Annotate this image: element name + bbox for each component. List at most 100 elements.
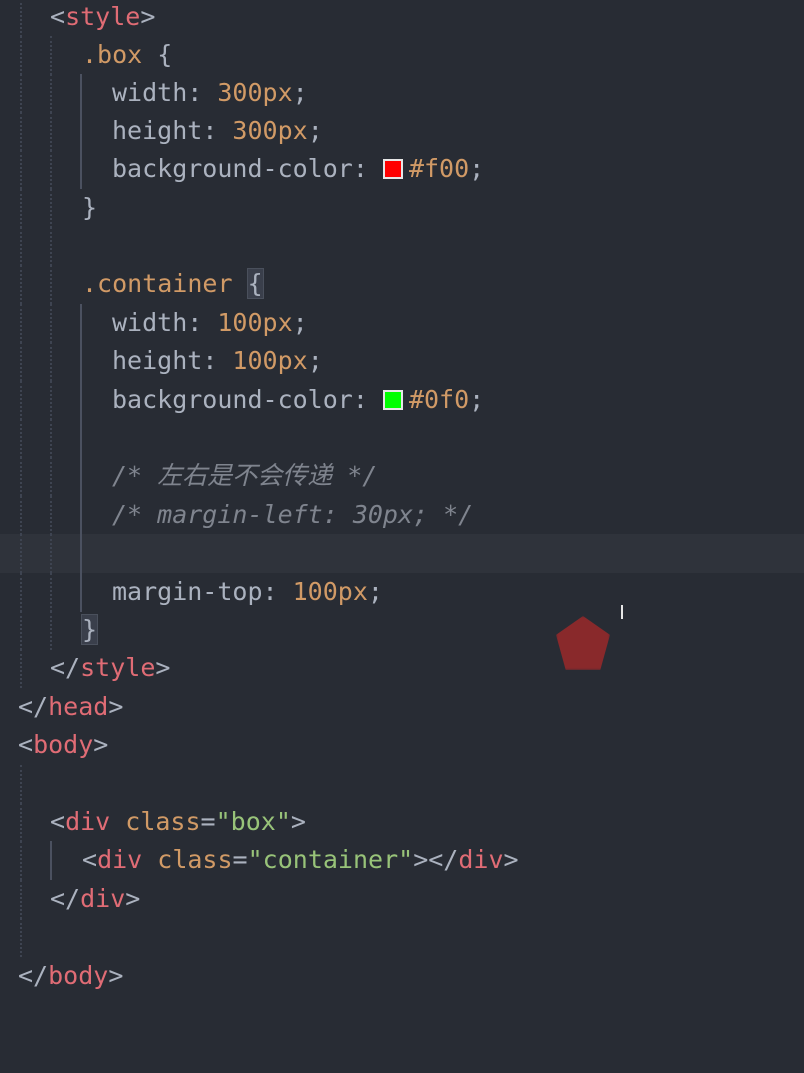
indent-guide (50, 112, 52, 151)
code-line-14[interactable]: /* margin-left: 30px; */ (0, 496, 804, 535)
code-text: width: 100px; (112, 308, 308, 337)
indent-guide (20, 227, 22, 266)
matched-brace-open: { (246, 268, 264, 299)
indent-guide (50, 534, 52, 573)
indent-guide (80, 457, 82, 496)
code-line-6[interactable]: } (0, 189, 804, 228)
code-line-24[interactable]: </div> (0, 880, 804, 919)
indent-guide (50, 841, 52, 880)
indent-guide (80, 419, 82, 458)
indent-guide (50, 74, 52, 113)
code-line-22[interactable]: <div class="box"> (0, 803, 804, 842)
code-line-10[interactable]: height: 100px; (0, 342, 804, 381)
code-text: <body> (18, 730, 109, 759)
color-swatch-green[interactable] (382, 390, 403, 410)
code-editor[interactable]: <style> .box { width: 300px; height: 300… (0, 0, 804, 996)
matched-brace-close: } (80, 614, 99, 645)
indent-guide (20, 265, 22, 304)
code-text: height: 300px; (112, 116, 323, 145)
code-line-19[interactable]: </head> (0, 688, 804, 727)
indent-guide (20, 189, 22, 228)
indent-guide (80, 534, 82, 573)
code-comment: /* margin-left: 30px; */ (112, 500, 474, 529)
code-text: </head> (18, 692, 124, 721)
indent-guide (20, 381, 22, 420)
indent-guide (50, 381, 52, 420)
indent-guide (20, 649, 22, 688)
indent-guide (80, 112, 82, 151)
code-line-13[interactable]: /* 左右是不会传递 */ (0, 457, 804, 496)
code-text: .container { (82, 268, 264, 299)
indent-guide (20, 304, 22, 343)
indent-guide (20, 611, 22, 650)
indent-guide (20, 496, 22, 535)
indent-guide (50, 150, 52, 189)
code-comment: /* 左右是不会传递 */ (112, 461, 378, 490)
code-line-3[interactable]: width: 300px; (0, 74, 804, 113)
code-text: </div> (50, 884, 141, 913)
indent-guide (20, 457, 22, 496)
code-text: } (82, 193, 98, 222)
indent-guide (50, 265, 52, 304)
indent-guide (80, 342, 82, 381)
code-line-23[interactable]: <div class="container"></div> (0, 841, 804, 880)
code-line-12[interactable] (0, 419, 804, 458)
code-text: height: 100px; (112, 346, 323, 375)
indent-guide (20, 74, 22, 113)
code-text: background-color: #0f0; (112, 385, 485, 414)
indent-guide (80, 74, 82, 113)
indent-guide (50, 304, 52, 343)
code-line-15-current[interactable] (0, 534, 804, 573)
indent-guide (80, 496, 82, 535)
indent-guide (20, 573, 22, 612)
code-text: <div class="box"> (50, 807, 306, 836)
code-line-2[interactable]: .box { (0, 36, 804, 75)
indent-guide (80, 381, 82, 420)
indent-guide (20, 534, 22, 573)
color-swatch-red[interactable] (382, 159, 403, 179)
indent-guide (50, 342, 52, 381)
indent-guide (20, 918, 22, 957)
code-line-16[interactable]: margin-top: 100px; (0, 573, 804, 612)
code-line-21[interactable] (0, 765, 804, 804)
indent-guide (20, 841, 22, 880)
code-line-26[interactable]: </body> (0, 957, 804, 996)
indent-guide (50, 611, 52, 650)
indent-guide (20, 112, 22, 151)
indent-guide (20, 419, 22, 458)
code-text: </style> (50, 653, 171, 682)
code-line-18[interactable]: </style> (0, 649, 804, 688)
code-line-17[interactable]: } (0, 611, 804, 650)
code-text: </body> (18, 961, 124, 990)
indent-guide (50, 457, 52, 496)
code-line-5[interactable]: background-color: #f00; (0, 150, 804, 189)
indent-guide (50, 189, 52, 228)
indent-guide (20, 36, 22, 75)
code-text: background-color: #f00; (112, 154, 485, 183)
code-text: <style> (50, 2, 156, 31)
code-text: margin-top: 100px; (112, 577, 383, 606)
code-line-4[interactable]: height: 300px; (0, 112, 804, 151)
indent-guide (50, 36, 52, 75)
code-text: <div class="container"></div> (82, 845, 519, 874)
indent-guide (50, 573, 52, 612)
code-line-25[interactable] (0, 918, 804, 957)
code-line-20[interactable]: <body> (0, 726, 804, 765)
code-line-8[interactable]: .container { (0, 265, 804, 304)
indent-guide (50, 227, 52, 266)
code-text: .box { (82, 40, 173, 69)
code-line-7[interactable] (0, 227, 804, 266)
indent-guide (20, 342, 22, 381)
indent-guide (20, 803, 22, 842)
indent-guide (20, 880, 22, 919)
code-line-11[interactable]: background-color: #0f0; (0, 381, 804, 420)
code-line-9[interactable]: width: 100px; (0, 304, 804, 343)
indent-guide (20, 765, 22, 804)
text-cursor-icon (621, 605, 623, 619)
indent-guide (50, 496, 52, 535)
indent-guide (20, 150, 22, 189)
code-line-1[interactable]: <style> (0, 0, 804, 37)
code-text: } (80, 611, 99, 650)
indent-guide (20, 0, 22, 37)
indent-guide (50, 419, 52, 458)
